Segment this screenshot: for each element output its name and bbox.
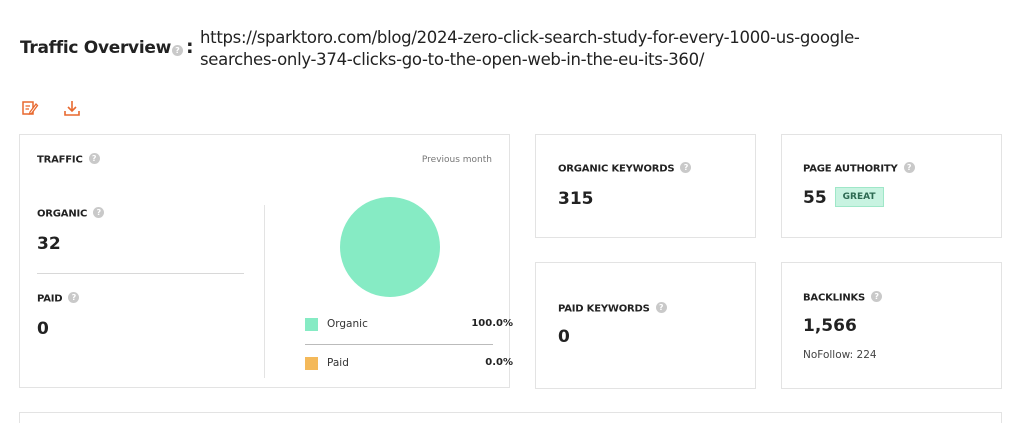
vertical-divider — [264, 205, 265, 378]
nofollow-count: NoFollow: 224 — [803, 349, 877, 361]
page-url-line-2: searches-only-374-clicks-go-to-the-open-… — [200, 50, 705, 69]
traffic-label-text: TRAFFIC — [37, 154, 83, 166]
paid-value: 0 — [37, 319, 49, 339]
backlinks-label-text: BACKLINKS — [803, 292, 866, 304]
page-authority-label-text: PAGE AUTHORITY — [803, 163, 898, 175]
edit-note-icon[interactable] — [21, 99, 39, 117]
page-authority-label: PAGE AUTHORITY? — [803, 162, 915, 175]
page-authority-row: 55 GREAT — [803, 186, 884, 209]
page-title: Traffic Overview — [20, 38, 171, 58]
page-url-line-1: https://sparktoro.com/blog/2024-zero-cli… — [200, 28, 860, 47]
help-icon[interactable]: ? — [88, 153, 100, 164]
legend-name-organic: Organic — [327, 318, 368, 330]
page-authority-value: 55 — [803, 188, 827, 208]
status-badge: GREAT — [834, 186, 884, 207]
organic-keywords-value: 315 — [558, 189, 594, 209]
help-icon[interactable]: ? — [680, 162, 692, 173]
backlinks-value: 1,566 — [803, 316, 857, 336]
legend-pct-organic: 100.0% — [471, 318, 513, 329]
help-icon[interactable]: ? — [93, 207, 105, 218]
organic-keywords-label: ORGANIC KEYWORDS? — [558, 162, 692, 175]
help-icon[interactable]: ? — [68, 292, 80, 303]
help-icon[interactable]: ? — [871, 291, 883, 302]
download-icon[interactable] — [63, 99, 81, 117]
organic-label: ORGANIC? — [37, 207, 105, 220]
paid-keywords-card: PAID KEYWORDS? 0 — [535, 262, 756, 389]
paid-label: PAID? — [37, 292, 80, 305]
page-authority-card: PAGE AUTHORITY? 55 GREAT — [781, 134, 1002, 238]
paid-label-text: PAID — [37, 293, 63, 305]
help-icon[interactable]: ? — [172, 45, 183, 56]
period-label: Previous month — [421, 155, 492, 165]
traffic-card: TRAFFIC? Previous month ORGANIC? 32 PAID… — [19, 134, 513, 388]
backlinks-label: BACKLINKS? — [803, 291, 883, 304]
help-icon[interactable]: ? — [655, 302, 667, 313]
page-url: https://sparktoro.com/blog/2024-zero-cli… — [200, 27, 980, 71]
traffic-label: TRAFFIC? — [37, 153, 100, 166]
legend-pct-paid: 0.0% — [485, 357, 513, 368]
legend-divider — [305, 344, 493, 345]
paid-keywords-label-text: PAID KEYWORDS — [558, 303, 650, 315]
organic-keywords-label-text: ORGANIC KEYWORDS — [558, 163, 675, 175]
paid-keywords-label: PAID KEYWORDS? — [558, 302, 667, 315]
help-icon[interactable]: ? — [903, 162, 915, 173]
page-header: Traffic Overview ? : https://sparktoro.c… — [20, 26, 1010, 76]
legend-item-organic: Organic 100.0% — [305, 315, 513, 335]
legend-swatch-paid — [305, 357, 318, 370]
organic-label-text: ORGANIC — [37, 208, 88, 220]
pie-slice-organic — [340, 197, 440, 297]
paid-keywords-value: 0 — [558, 327, 570, 347]
legend-swatch-organic — [305, 318, 318, 331]
traffic-pie-chart — [340, 197, 440, 297]
divider — [37, 273, 244, 274]
organic-value: 32 — [37, 234, 61, 254]
backlinks-card: BACKLINKS? 1,566 NoFollow: 224 — [781, 262, 1002, 389]
legend-item-paid: Paid 0.0% — [305, 354, 513, 374]
next-section-card — [19, 412, 1002, 423]
title-colon: : — [186, 36, 194, 58]
organic-keywords-card: ORGANIC KEYWORDS? 315 — [535, 134, 756, 238]
legend-name-paid: Paid — [327, 357, 349, 369]
